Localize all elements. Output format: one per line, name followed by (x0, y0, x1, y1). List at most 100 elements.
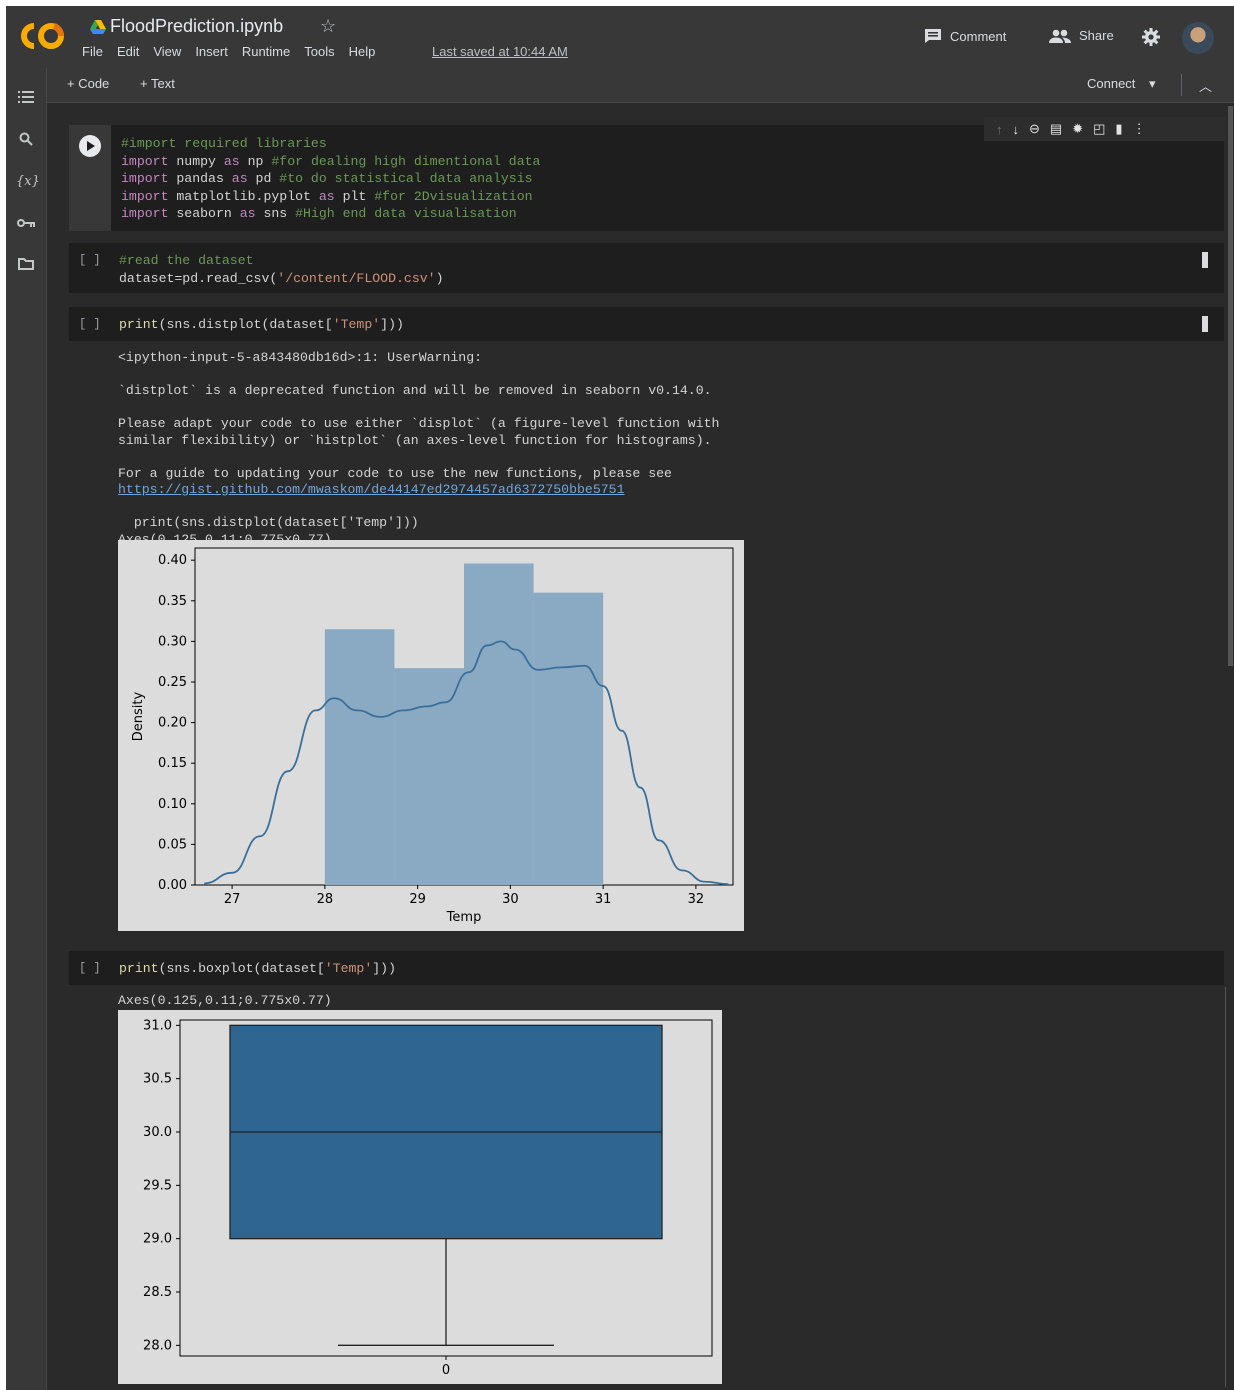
menu-runtime[interactable]: Runtime (242, 44, 290, 59)
link-icon[interactable]: ⊖ (1029, 121, 1040, 137)
code-line: import matplotlib.pyplot as plt #for 2Dv… (121, 188, 540, 206)
code-cell[interactable]: [ ] #read the dataset dataset=pd.read_csv… (69, 243, 1224, 293)
settings-gear-icon[interactable] (1142, 28, 1160, 46)
y-tick-label: 0.15 (158, 756, 187, 771)
y-tick-label: 28.0 (143, 1338, 172, 1353)
connect-label: Connect (1087, 76, 1136, 91)
execution-count: [ ] (79, 253, 101, 267)
code-keyword: as (239, 206, 256, 221)
code-cell[interactable]: [ ] print(sns.distplot(dataset['Temp'])) (69, 307, 1224, 341)
variables-icon[interactable]: {x} (16, 174, 40, 192)
x-tick-label: 31 (595, 892, 612, 907)
histogram-bar (464, 563, 534, 885)
code-cell[interactable]: ↑ ↓ ⊖ ▤ ✹ ◰ ▮ ⋮ #import required librari… (69, 117, 1226, 231)
share-label: Share (1079, 28, 1114, 43)
x-tick-label: 28 (317, 892, 334, 907)
menu-file[interactable]: File (82, 44, 103, 59)
star-icon[interactable]: ☆ (320, 16, 336, 37)
add-text-button[interactable]: + Text (140, 76, 175, 91)
share-button[interactable]: Share (1049, 28, 1114, 43)
cell-scrollbar[interactable] (1202, 252, 1208, 268)
code-keyword: as (231, 171, 248, 186)
code-keyword: import (121, 188, 169, 204)
add-code-button[interactable]: + Code (67, 76, 109, 91)
execution-count: [ ] (79, 961, 101, 975)
move-up-icon[interactable]: ↑ (996, 122, 1003, 137)
drive-icon (90, 20, 106, 34)
move-down-icon[interactable]: ↓ (1013, 122, 1020, 137)
last-saved-link[interactable]: Last saved at 10:44 AM (432, 44, 568, 59)
x-tick-label: 32 (688, 892, 705, 907)
collapse-header-icon[interactable]: ︿ (1199, 76, 1212, 95)
code-keyword: as (318, 188, 335, 204)
folder-icon[interactable] (16, 258, 36, 276)
code-token: ])) (380, 317, 404, 332)
code-function: print (119, 961, 159, 976)
y-tick-label: 0.35 (158, 594, 187, 609)
y-tick-label: 0.30 (158, 634, 187, 649)
code-token: sns (255, 206, 296, 221)
code-keyword: import (121, 206, 169, 221)
output-line: similar flexibility) or `histplot` (an a… (118, 432, 712, 448)
code-line: #import required libraries (121, 135, 540, 153)
code-cell[interactable]: [ ] print(sns.boxplot(dataset['Temp'])) (69, 951, 1224, 985)
colab-logo[interactable] (18, 20, 66, 52)
cell-source[interactable]: print(sns.distplot(dataset['Temp'])) (119, 316, 404, 334)
code-token: pd (247, 171, 280, 186)
cell-settings-icon[interactable]: ✹ (1072, 121, 1083, 137)
cell-actions-toolbar: ↑ ↓ ⊖ ▤ ✹ ◰ ▮ ⋮ (984, 117, 1226, 141)
table-of-contents-icon[interactable] (16, 90, 36, 108)
menu-tools[interactable]: Tools (304, 44, 334, 59)
x-tick-label: 30 (502, 892, 519, 907)
cell-source[interactable]: #import required libraries import numpy a… (121, 135, 540, 223)
top-bar: FloodPrediction.ipynb ☆ File Edit View I… (6, 6, 1234, 68)
code-function: print (119, 317, 159, 332)
code-comment: #read the dataset (119, 253, 254, 268)
y-tick-label: 30.0 (143, 1125, 172, 1140)
histogram-bar (324, 629, 395, 885)
cell-source[interactable]: print(sns.boxplot(dataset['Temp'])) (119, 960, 396, 978)
menu-help[interactable]: Help (349, 44, 376, 59)
cell-scrollbar[interactable] (1202, 316, 1208, 332)
more-options-icon[interactable]: ⋮ (1133, 121, 1146, 137)
menu-view[interactable]: View (153, 44, 181, 59)
code-keyword: as (223, 153, 240, 169)
boxplot-figure: 28.0 28.5 29.0 29.5 30.0 30.5 31.0 0 (118, 1010, 722, 1384)
notebook-title[interactable]: FloodPrediction.ipynb (110, 16, 283, 37)
code-line: import pandas as pd #to do statistical d… (121, 170, 540, 188)
comment-icon[interactable]: ▤ (1050, 121, 1062, 137)
output-divider (1225, 987, 1226, 1387)
mirror-cell-icon[interactable]: ◰ (1093, 121, 1105, 137)
code-token: matplotlib.pyplot (168, 188, 319, 204)
code-token: ) (435, 270, 444, 286)
y-axis-label: Density (131, 691, 146, 741)
caret-down-icon: ▾ (1149, 76, 1156, 91)
cell-source[interactable]: #read the dataset dataset=pd.read_csv('/c… (119, 252, 443, 287)
histogram-bar (394, 668, 464, 885)
y-tick-label: 0.40 (158, 553, 187, 568)
y-tick-label: 29.5 (143, 1178, 172, 1193)
comment-label: Comment (950, 28, 1007, 44)
search-icon[interactable] (16, 132, 36, 150)
comment-button[interactable]: Comment (924, 28, 1006, 44)
output-line: <ipython-input-5-a843480db16d>:1: UserWa… (118, 350, 483, 365)
execution-count: [ ] (79, 317, 101, 331)
code-token: (sns.distplot(dataset[ (158, 317, 333, 332)
seaborn-guide-link[interactable]: https://gist.github.com/mwaskom/de44147e… (118, 482, 719, 499)
people-icon (1049, 29, 1071, 43)
page-scrollbar[interactable] (1228, 106, 1233, 666)
delete-icon[interactable]: ▮ (1115, 121, 1122, 137)
run-cell-button[interactable] (79, 135, 101, 157)
code-token: pandas (168, 171, 232, 186)
cell-output-text: Axes(0.125,0.11;0.775x0.77) (118, 993, 332, 1008)
menu-insert[interactable]: Insert (195, 44, 228, 59)
connect-button[interactable]: Connect ▾ (1087, 76, 1156, 92)
code-string: 'Temp' (324, 961, 373, 976)
secrets-key-icon[interactable] (16, 216, 36, 234)
y-tick-label: 0.00 (158, 878, 187, 893)
menu-edit[interactable]: Edit (117, 44, 139, 59)
user-avatar[interactable] (1182, 22, 1214, 54)
